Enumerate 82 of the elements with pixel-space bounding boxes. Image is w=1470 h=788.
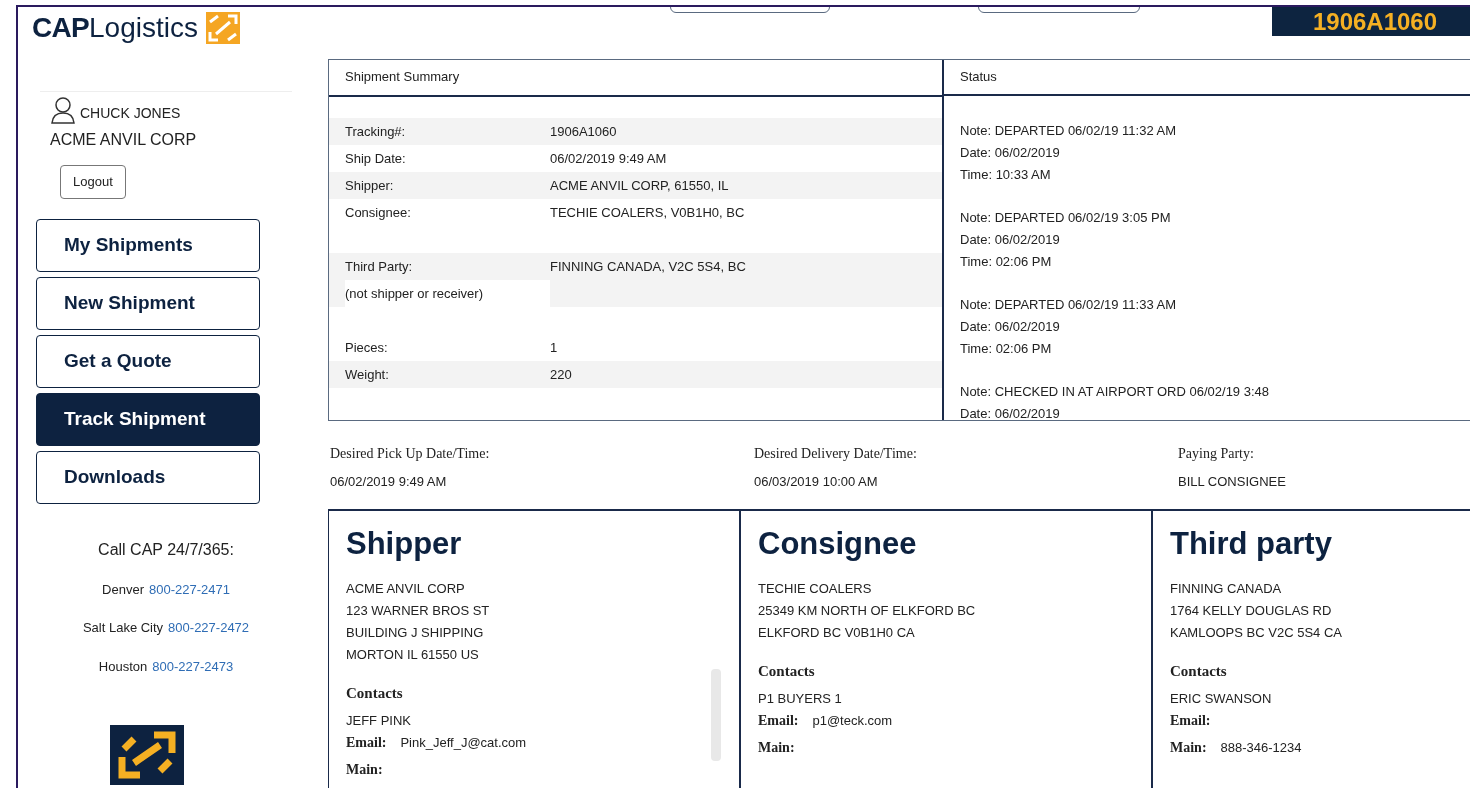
phone-link[interactable]: 800-227-2473: [152, 656, 234, 676]
nav-button[interactable]: New Shipment: [36, 276, 260, 330]
status-time: Time: 02:06 PM: [960, 253, 1053, 272]
status-note: Note: DEPARTED 06/02/19 11:32 AM: [960, 122, 1178, 141]
field-value: TECHIE COALERS, V0B1H0, BC: [550, 204, 745, 222]
field-label: Email:: [1170, 712, 1211, 730]
field-value: FINNING CANADA, V2C 5S4, BC: [550, 258, 746, 276]
tracking-number-badge: 1906A1060: [1272, 7, 1470, 36]
contacts-heading: Contacts: [758, 661, 816, 681]
status-date: Date: 06/02/2019: [960, 231, 1061, 250]
field-label: Desired Pick Up Date/Time:: [330, 445, 491, 463]
phone-link[interactable]: 800-227-2472: [168, 618, 250, 638]
field-label: Ship Date:: [345, 150, 407, 168]
contact-name: ERIC SWANSON: [1170, 690, 1273, 708]
panel-title: Status: [960, 69, 997, 84]
field-label: Third Party:: [345, 258, 414, 276]
field-value: Pink_Jeff_J@cat.com: [400, 734, 527, 752]
field-note: (not shipper or receiver): [345, 280, 550, 307]
field-value: 06/03/2019 10:00 AM: [754, 473, 879, 491]
field-value: 888-346-1234: [1220, 739, 1302, 757]
logout-button[interactable]: Logout: [60, 165, 126, 199]
field-label: Email:: [346, 734, 387, 752]
nav-button[interactable]: Get a Quote: [36, 334, 260, 388]
city-label: Houston: [98, 657, 148, 676]
status-date: Date: 06/02/2019: [960, 318, 1061, 337]
nav-button[interactable]: Track Shipment: [36, 392, 260, 446]
user-name: CHUCK JONES: [80, 104, 181, 123]
field-label: Pieces:: [345, 339, 389, 357]
address-line: BUILDING J SHIPPING: [346, 623, 485, 642]
field-value: 06/02/2019 9:49 AM: [330, 473, 448, 491]
address-line: TECHIE COALERS: [758, 579, 873, 598]
field-value: p1@teck.com: [812, 712, 893, 730]
field-value: 06/02/2019 9:49 AM: [550, 150, 667, 168]
contact-name: JEFF PINK: [346, 712, 412, 730]
field-value: ACME ANVIL CORP, 61550, IL: [550, 177, 729, 195]
field-label: Consignee:: [345, 204, 412, 222]
phone-link[interactable]: 800-227-2471: [148, 579, 230, 599]
address-line: MORTON IL 61550 US: [346, 645, 480, 664]
status-date: Date: 06/02/2019: [960, 144, 1061, 163]
address-line: ACME ANVIL CORP: [346, 579, 466, 598]
section-heading: Consignee: [758, 525, 918, 563]
field-label: Shipper:: [345, 177, 395, 195]
contacts-heading: Contacts: [1170, 661, 1228, 681]
address-line: 1764 KELLY DOUGLAS RD: [1170, 601, 1333, 620]
field-value: 1906A1060: [550, 123, 617, 141]
section-heading: Third party: [1170, 525, 1333, 563]
field-label: Main:: [346, 761, 383, 779]
call-heading: Call CAP 24/7/365:: [98, 539, 234, 560]
field-label: Main:: [1170, 739, 1207, 757]
field-label: Main:: [758, 739, 795, 757]
field-label: Weight:: [345, 366, 390, 384]
nav-button[interactable]: Downloads: [36, 450, 260, 504]
logo-text: CAPLogistics: [32, 14, 198, 42]
logo-icon: [110, 725, 184, 785]
address-line: KAMLOOPS BC V2C 5S4 CA: [1170, 623, 1343, 642]
address-line: ELKFORD BC V0B1H0 CA: [758, 623, 916, 642]
city-label: Denver: [102, 580, 144, 599]
status-note: Note: DEPARTED 06/02/19 11:33 AM: [960, 296, 1178, 315]
section-heading: Shipper: [346, 525, 463, 563]
nav-button[interactable]: My Shipments: [36, 218, 260, 272]
city-label: Salt Lake City: [82, 619, 164, 637]
status-note: Note: CHECKED IN AT AIRPORT ORD 06/02/19 3:48: [960, 383, 1270, 402]
field-label: Desired Delivery Date/Time:: [754, 445, 918, 463]
company-name: ACME ANVIL CORP: [50, 130, 198, 150]
panel-title: Shipment Summary: [345, 69, 460, 84]
contact-name: P1 BUYERS 1: [758, 690, 843, 708]
user-icon: [50, 96, 76, 124]
logo-icon: [205, 12, 240, 44]
field-label: Paying Party:: [1178, 445, 1255, 463]
field-label: Email:: [758, 712, 799, 730]
field-value: 220: [550, 366, 572, 384]
address-line: FINNING CANADA: [1170, 579, 1283, 598]
field-label: Tracking#:: [345, 123, 407, 141]
address-line: 25349 KM NORTH OF ELKFORD BC: [758, 601, 977, 620]
field-value: BILL CONSIGNEE: [1178, 473, 1287, 491]
status-note: Note: DEPARTED 06/02/19 3:05 PM: [960, 209, 1172, 228]
status-time: Time: 10:33 AM: [960, 166, 1052, 185]
address-line: 123 WARNER BROS ST: [346, 601, 491, 620]
status-date: Date: 06/02/2019: [960, 405, 1061, 420]
contacts-heading: Contacts: [346, 683, 404, 703]
field-value: 1: [550, 339, 558, 357]
status-time: Time: 02:06 PM: [960, 340, 1053, 359]
